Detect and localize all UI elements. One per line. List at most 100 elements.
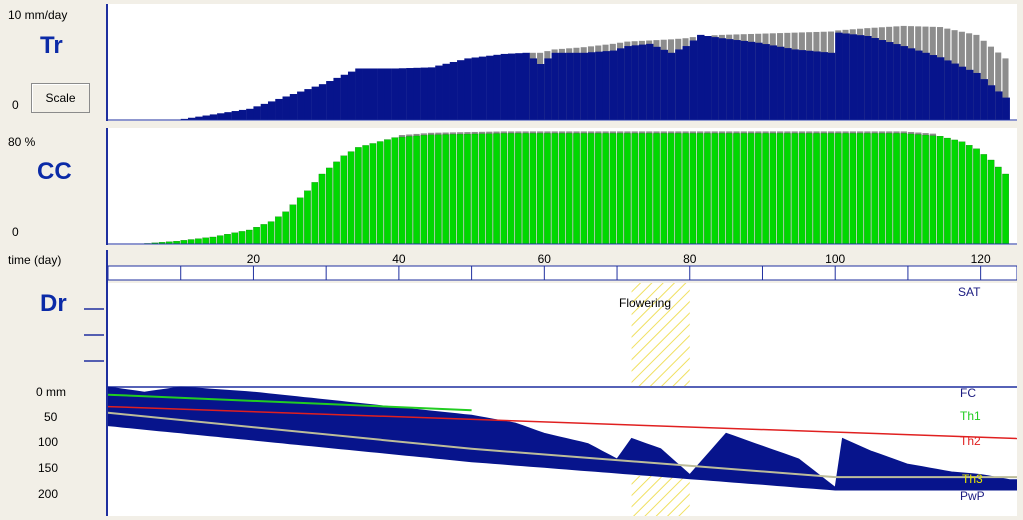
- cc-potential-cap: [711, 131, 718, 134]
- tr-actual-bar: [587, 52, 596, 120]
- cc-bar: [515, 133, 522, 245]
- tr-actual-bar: [580, 52, 589, 120]
- cc-potential-cap: [842, 131, 849, 134]
- tr-actual-bar: [544, 58, 552, 120]
- cc-bar: [791, 133, 798, 245]
- cc-potential-cap: [922, 133, 929, 136]
- cc-potential-cap: [726, 131, 733, 134]
- tr-actual-bar: [427, 67, 436, 120]
- cc-potential-cap: [791, 131, 798, 134]
- cc-bar: [267, 221, 275, 245]
- cc-potential-cap: [660, 131, 667, 134]
- cc-bar: [311, 182, 319, 245]
- cc-bar: [260, 224, 268, 245]
- cc-potential-cap: [515, 131, 522, 134]
- tr-actual-bar: [406, 68, 414, 120]
- tr-actual-bar: [762, 44, 770, 121]
- tr-actual-bar: [733, 40, 741, 121]
- tr-actual-bar: [857, 35, 865, 120]
- cc-bar: [522, 133, 529, 245]
- cc-bar: [500, 133, 508, 245]
- tr-title: Tr: [40, 32, 63, 59]
- cc-potential-cap: [529, 131, 537, 134]
- cc-potential-cap: [907, 131, 915, 134]
- tr-actual-bar: [726, 39, 734, 120]
- tr-actual-bar: [246, 108, 254, 120]
- cc-bar: [544, 133, 551, 245]
- cc-potential-cap: [820, 131, 827, 134]
- tr-actual-bar: [391, 68, 400, 120]
- cc-potential-cap: [551, 131, 558, 134]
- cc-bar: [965, 145, 973, 245]
- tr-actual-bar: [798, 50, 807, 120]
- tr-actual-bar: [398, 68, 407, 120]
- cc-bar: [995, 166, 1002, 245]
- cc-bar: [675, 133, 682, 245]
- cc-bar: [704, 133, 711, 245]
- tr-actual-bar: [704, 36, 712, 120]
- tr-actual-bar: [777, 46, 785, 120]
- cc-bar: [747, 133, 755, 245]
- cc-potential-cap: [857, 131, 864, 134]
- tr-actual-bar: [682, 46, 690, 120]
- cc-bar: [318, 173, 326, 245]
- cc-bar: [289, 204, 297, 245]
- cc-bar: [195, 238, 202, 245]
- cc-potential-cap: [537, 131, 544, 134]
- label-sat: SAT: [958, 285, 981, 299]
- tr-actual-bar: [791, 49, 800, 120]
- cc-bar: [689, 133, 697, 245]
- label-th1: Th1: [960, 409, 981, 423]
- cc-potential-cap: [398, 135, 406, 138]
- cc-bar: [340, 155, 348, 245]
- dr-tick-50: 50: [44, 410, 58, 424]
- cc-potential-cap: [602, 131, 609, 134]
- tr-actual-bar: [507, 53, 516, 121]
- cc-bar: [660, 133, 668, 245]
- cc-potential-cap: [667, 131, 675, 134]
- cc-bar: [551, 133, 559, 245]
- cc-bar: [507, 133, 515, 245]
- time-tick-label: 60: [538, 252, 552, 266]
- time-tick-label: 120: [971, 252, 991, 266]
- tr-actual-bar: [551, 52, 560, 120]
- cc-potential-cap: [813, 131, 820, 134]
- cc-potential-cap: [747, 131, 755, 134]
- scale-button[interactable]: Scale: [31, 83, 90, 113]
- cc-potential-cap: [522, 131, 529, 134]
- tr-actual-bar: [667, 52, 676, 120]
- tr-actual-bar: [304, 89, 312, 120]
- tr-actual-bar: [493, 54, 501, 121]
- cc-potential-cap: [413, 133, 420, 136]
- tr-actual-bar: [820, 52, 829, 120]
- cc-bar: [893, 133, 900, 245]
- tr-actual-bar: [842, 33, 850, 121]
- cc-bar: [849, 133, 857, 245]
- dr-sidebar-ticks: [84, 308, 104, 362]
- cc-potential-cap: [442, 132, 449, 135]
- cc-bar: [958, 141, 966, 245]
- tr-actual-bar: [944, 60, 952, 120]
- cc-bar: [631, 133, 639, 245]
- dr-chart: [108, 283, 1017, 516]
- tr-actual-bar: [537, 64, 545, 120]
- cc-bar: [682, 133, 689, 245]
- label-pwp: PwP: [960, 489, 985, 503]
- cc-bar: [478, 133, 486, 245]
- cc-bar: [595, 133, 602, 245]
- tr-actual-bar: [675, 49, 683, 120]
- cc-potential-cap: [500, 131, 507, 134]
- cc-bar: [667, 133, 675, 245]
- cc-potential-cap: [740, 131, 747, 134]
- cc-bar: [420, 135, 428, 245]
- label-th3: Th3: [962, 472, 983, 486]
- cc-title: CC: [37, 158, 72, 185]
- cc-bar: [573, 133, 580, 245]
- tr-actual-bar: [478, 56, 487, 120]
- cc-potential-cap: [733, 131, 740, 134]
- tr-actual-bar: [209, 114, 218, 120]
- cc-bar: [878, 133, 886, 245]
- tr-actual-bar: [377, 68, 385, 120]
- tr-actual-bar: [653, 46, 661, 120]
- cc-potential-cap: [631, 131, 638, 134]
